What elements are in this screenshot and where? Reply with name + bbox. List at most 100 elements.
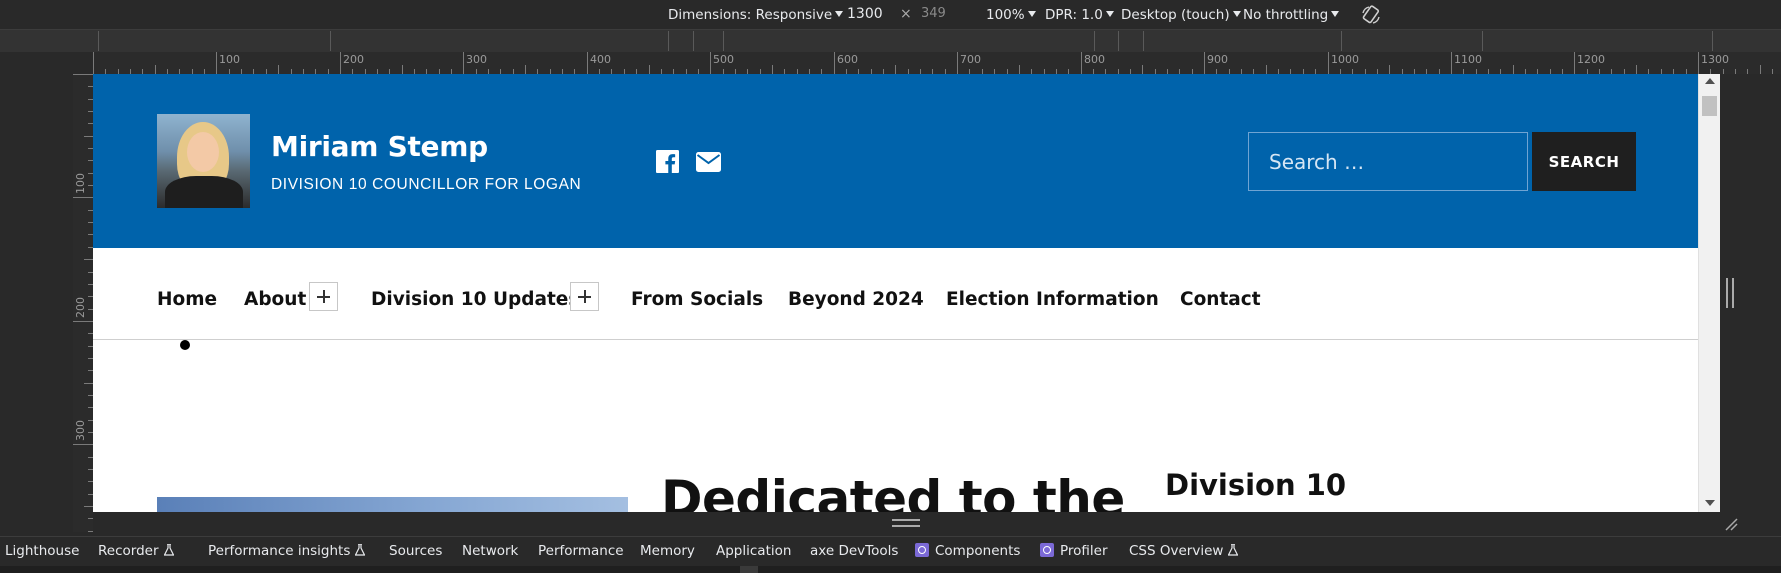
search-input[interactable]	[1248, 132, 1528, 191]
facebook-icon[interactable]	[656, 150, 679, 173]
zoom-label: 100%	[986, 7, 1025, 23]
viewport-scrollbar[interactable]	[1698, 74, 1720, 512]
avatar[interactable]	[157, 114, 250, 208]
media-query-marker[interactable]	[1341, 31, 1342, 51]
tab-network[interactable]: Network	[462, 543, 518, 559]
media-query-marker[interactable]	[1118, 31, 1119, 51]
tab-performance-insights[interactable]: Performance insights	[208, 543, 366, 559]
search-button[interactable]: SEARCH	[1532, 132, 1636, 191]
hero-heading: Dedicated to the	[661, 470, 1125, 512]
chevron-down-icon	[835, 11, 844, 17]
viewport-corner-resize-icon[interactable]	[1724, 517, 1738, 531]
device-type-dropdown[interactable]: Desktop (touch)	[1121, 7, 1241, 23]
site-title[interactable]: Miriam Stemp	[271, 130, 488, 163]
dimensions-dropdown[interactable]: Dimensions: Responsive	[668, 7, 844, 23]
ruler-label: 1200	[1577, 53, 1605, 66]
main-nav: Home About Division 10 Updates From Soci…	[93, 248, 1698, 340]
tab-application[interactable]: Application	[716, 543, 791, 559]
zoom-dropdown[interactable]: 100%	[986, 7, 1036, 23]
nav-item-division-updates[interactable]: Division 10 Updates	[371, 289, 579, 310]
dimensions-label: Dimensions: Responsive	[668, 7, 833, 23]
dpr-label: DPR: 1.0	[1045, 7, 1103, 23]
ruler-label: 100	[219, 53, 240, 66]
tab-profiler-label: Profiler	[1060, 543, 1108, 559]
tab-memory[interactable]: Memory	[640, 543, 695, 559]
height-input[interactable]: 349	[921, 6, 946, 21]
ruler-top: 100 200 300 400 500 600 700 800 900 1000 1100 1200 1…	[93, 52, 1781, 74]
ruler-label: 500	[713, 53, 734, 66]
nav-item-beyond-2024[interactable]: Beyond 2024	[788, 289, 924, 310]
ruler-label: 200	[74, 297, 87, 318]
scroll-down-arrow-icon[interactable]	[1705, 500, 1715, 506]
react-icon	[1040, 543, 1054, 557]
scroll-up-arrow-icon[interactable]	[1705, 78, 1715, 84]
ruler-left-ticks: 100 200 300	[73, 74, 93, 532]
experimental-flask-icon	[1228, 544, 1239, 556]
media-query-marker[interactable]	[98, 31, 99, 51]
dpr-dropdown[interactable]: DPR: 1.0	[1045, 7, 1114, 23]
ruler-label: 100	[74, 173, 87, 194]
nav-item-election-information[interactable]: Election Information	[946, 289, 1159, 310]
ruler-label: 1300	[1701, 53, 1729, 66]
bottom-strip	[0, 566, 1781, 573]
tab-lighthouse[interactable]: Lighthouse	[5, 543, 79, 559]
media-query-marker[interactable]	[668, 31, 669, 51]
rotate-icon[interactable]	[1360, 4, 1382, 26]
hero-image	[157, 497, 628, 512]
media-query-marker[interactable]	[723, 31, 724, 51]
nav-item-about[interactable]: About	[244, 289, 306, 310]
scrollbar-thumb[interactable]	[1702, 96, 1717, 116]
nav-item-home[interactable]: Home	[157, 289, 217, 310]
media-query-marker[interactable]	[1094, 31, 1095, 51]
media-query-marker[interactable]	[693, 31, 694, 51]
tab-performance[interactable]: Performance	[538, 543, 624, 559]
throttling-label: No throttling	[1243, 7, 1329, 23]
chevron-down-icon	[1232, 11, 1241, 17]
ruler-left: 100 200 300	[73, 74, 93, 532]
ruler-label: 400	[590, 53, 611, 66]
site-header: Miriam Stemp DIVISION 10 COUNCILLOR FOR …	[93, 74, 1698, 248]
ruler-label: 300	[74, 420, 87, 441]
nav-item-from-socials[interactable]: From Socials	[631, 289, 763, 310]
ruler-label: 900	[1207, 53, 1228, 66]
device-type-label: Desktop (touch)	[1121, 7, 1230, 23]
device-toolbar: Dimensions: Responsive 1300 × 349 100% D…	[0, 0, 1781, 30]
ruler-label: 1100	[1454, 53, 1482, 66]
experimental-flask-icon	[163, 544, 174, 556]
device-viewport: Miriam Stemp DIVISION 10 COUNCILLOR FOR …	[93, 74, 1698, 512]
tab-axe-devtools[interactable]: axe DevTools	[810, 543, 898, 559]
mail-icon[interactable]	[696, 152, 721, 172]
width-input[interactable]: 1300	[847, 6, 883, 22]
tab-components-label: Components	[935, 543, 1021, 559]
tab-css-overview[interactable]: CSS Overview	[1129, 543, 1239, 559]
tab-recorder-label: Recorder	[98, 543, 159, 559]
times-symbol: ×	[900, 6, 912, 22]
devtools-tab-bar: Lighthouse Recorder Performance insights…	[0, 536, 1781, 566]
tab-recorder[interactable]: Recorder	[98, 543, 174, 559]
react-icon	[915, 543, 929, 557]
throttling-dropdown[interactable]: No throttling	[1243, 7, 1340, 23]
chevron-down-icon	[1027, 11, 1036, 17]
tab-profiler[interactable]: Profiler	[1040, 543, 1108, 559]
viewport-bottom-resize-handle[interactable]	[892, 519, 920, 527]
division-updates-submenu-toggle[interactable]	[570, 282, 599, 311]
viewport-right-resize-handle[interactable]	[1726, 278, 1734, 308]
nav-active-indicator	[180, 340, 190, 350]
media-query-marker[interactable]	[1143, 31, 1144, 51]
media-query-marker[interactable]	[1712, 31, 1713, 51]
media-query-marker[interactable]	[330, 31, 331, 51]
bottom-strip-marker	[740, 566, 758, 573]
ruler-top-ticks: 100 200 300 400 500 600 700 800 900 1000 1100 1200 1…	[93, 52, 1773, 74]
ruler-label: 600	[837, 53, 858, 66]
nav-item-contact[interactable]: Contact	[1180, 289, 1261, 310]
media-query-bar[interactable]	[0, 30, 1781, 52]
tab-css-overview-label: CSS Overview	[1129, 543, 1224, 559]
ruler-label: 1000	[1331, 53, 1359, 66]
ruler-label: 700	[960, 53, 981, 66]
tab-components[interactable]: Components	[915, 543, 1020, 559]
chevron-down-icon	[1105, 11, 1114, 17]
tab-sources[interactable]: Sources	[389, 543, 442, 559]
about-submenu-toggle[interactable]	[309, 282, 338, 311]
experimental-flask-icon	[355, 544, 366, 556]
media-query-marker[interactable]	[1482, 31, 1483, 51]
